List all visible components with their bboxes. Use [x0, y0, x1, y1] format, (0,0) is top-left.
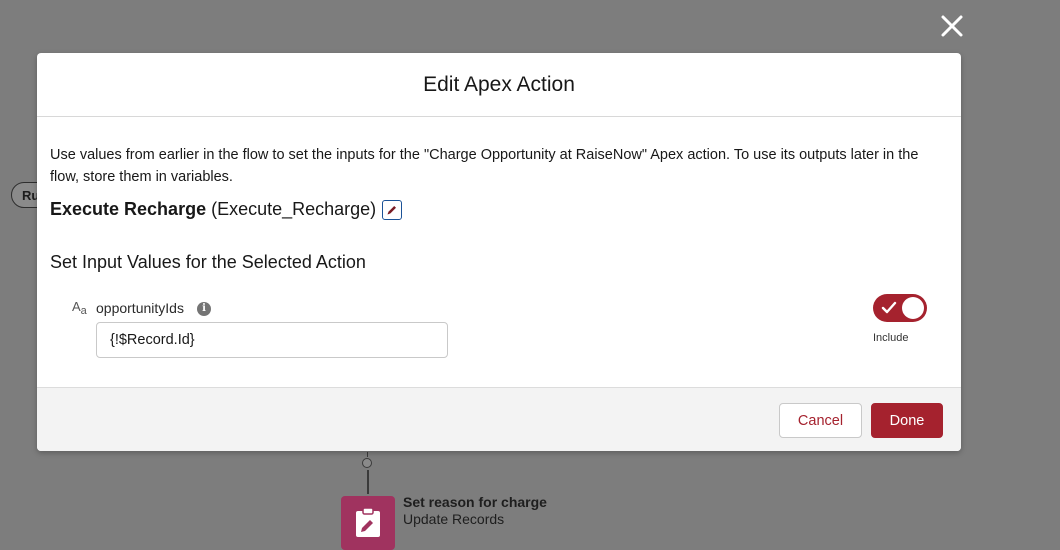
type-glyph-upper: A: [72, 299, 81, 314]
type-glyph-lower: a: [80, 305, 87, 317]
clipboard-icon: [356, 507, 380, 537]
info-icon[interactable]: i: [197, 302, 211, 316]
modal-header: Edit Apex Action: [37, 53, 961, 117]
edit-action-button[interactable]: [382, 199, 403, 220]
action-api-name: (Execute_Recharge): [211, 199, 377, 219]
close-icon[interactable]: [938, 12, 966, 40]
connector-node[interactable]: [362, 458, 372, 468]
pencil-icon: [387, 205, 397, 214]
intro-text: Use values from earlier in the flow to s…: [50, 147, 919, 185]
check-icon: [881, 301, 897, 314]
connector-line: [367, 452, 368, 457]
text-type-icon: Aa: [72, 299, 87, 317]
modal-body: Use values from earlier in the flow to s…: [37, 117, 961, 387]
action-label: Execute Recharge: [50, 199, 207, 219]
include-toggle[interactable]: [873, 294, 927, 322]
section-title: Set Input Values for the Selected Action: [50, 252, 366, 272]
cancel-button[interactable]: Cancel: [779, 403, 862, 438]
toggle-knob: [902, 297, 924, 319]
modal-title: Edit Apex Action: [423, 73, 575, 96]
connector-line: [367, 470, 369, 494]
edit-apex-action-modal: Edit Apex Action Use values from earlier…: [37, 53, 961, 451]
update-records-node[interactable]: [341, 496, 395, 550]
node-title: Set reason for charge: [403, 494, 547, 510]
node-subtitle: Update Records: [403, 511, 505, 527]
include-label: Include: [873, 332, 909, 344]
modal-footer: Cancel Done: [37, 387, 961, 451]
parameter-label: opportunityIds: [96, 300, 184, 316]
opportunity-ids-input[interactable]: [96, 322, 448, 358]
done-button[interactable]: Done: [871, 403, 943, 438]
action-heading: Execute Recharge (Execute_Recharge): [50, 199, 403, 220]
